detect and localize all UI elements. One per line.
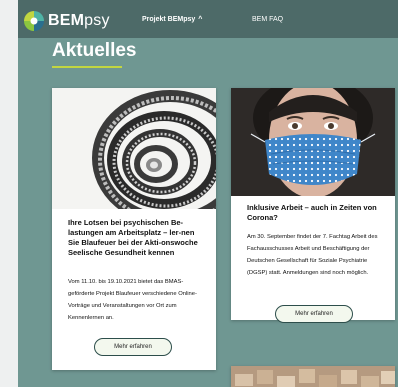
woman-with-face-mask-image[interactable] [231, 88, 395, 196]
brand-bold: BEM [48, 12, 85, 29]
bempsy-logo-icon[interactable] [24, 11, 44, 31]
card-text: Am 30. September findet der 7. Fachtag A… [247, 234, 378, 276]
mehr-erfahren-button[interactable]: Mehr erfahren [275, 305, 353, 323]
section-title-underline [52, 66, 122, 68]
top-navigation-bar: BEMpsy Projekt BEMpsy ^ BEM FAQ [18, 0, 398, 38]
brand-light: psy [84, 12, 110, 29]
news-card: Ihre Lotsen bei psychischen Be-lastungen… [52, 88, 216, 370]
spiral-staircase-image[interactable] [52, 88, 216, 209]
news-card [231, 366, 395, 387]
mehr-erfahren-button[interactable]: Mehr erfahren [94, 338, 172, 356]
nav-item-label: BEM FAQ [252, 16, 284, 23]
card-title[interactable]: Ihre Lotsen bei psychischen Be-lastungen… [68, 218, 204, 258]
chevron-up-icon: ^ [198, 16, 203, 23]
brand-name[interactable]: BEMpsy [48, 12, 110, 30]
nav-item-projekt-bempsy[interactable]: Projekt BEMpsy ^ [142, 16, 202, 23]
nav-item-label: Projekt BEMpsy [142, 16, 196, 23]
news-card: Inklusive Arbeit – auch in Zeiten von Co… [231, 88, 395, 323]
card-text: Vom 11.10. bis 19.10.2021 bietet das BMA… [68, 279, 197, 321]
wooden-blocks-image[interactable] [231, 366, 395, 387]
page-viewport: BEMpsy Projekt BEMpsy ^ BEM FAQ Aktuelles [18, 0, 398, 387]
section-title: Aktuelles [52, 40, 137, 61]
nav-item-bem-faq[interactable]: BEM FAQ [252, 16, 283, 23]
card-title[interactable]: Inklusive Arbeit – auch in Zeiten von Co… [247, 203, 383, 223]
